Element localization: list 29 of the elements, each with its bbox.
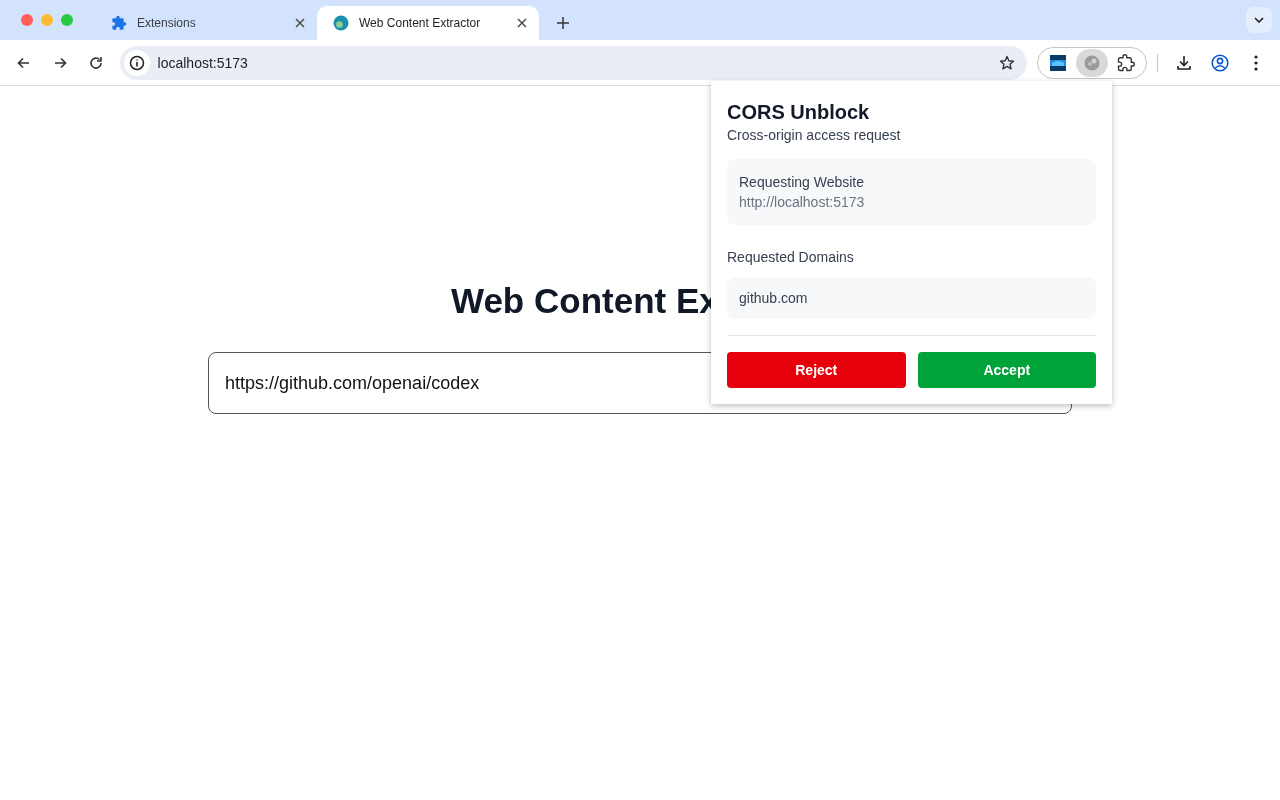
download-icon (1176, 54, 1193, 71)
globe-icon (1084, 54, 1101, 71)
landscape-icon (1050, 54, 1067, 71)
domain-item: github.com (727, 277, 1096, 319)
globe-icon (333, 15, 349, 31)
close-icon[interactable] (295, 18, 305, 28)
tab-search-button[interactable] (1246, 7, 1272, 33)
plus-icon[interactable] (557, 17, 569, 29)
section-label: Requested Domains (727, 249, 855, 265)
browser-tab[interactable]: Extensions (95, 6, 317, 40)
address-text: localhost:5173 (157, 54, 249, 71)
chevron-down-icon (1254, 17, 1264, 23)
reject-button[interactable]: Reject (727, 352, 906, 388)
star-icon[interactable] (999, 54, 1016, 71)
popup-title: CORS Unblock (727, 100, 871, 125)
puzzle-icon (1117, 53, 1136, 72)
tab-title: Extensions (137, 16, 197, 30)
profile-icon (1211, 53, 1230, 72)
close-icon[interactable] (517, 18, 527, 28)
address-bar[interactable]: localhost:5173 (119, 45, 1028, 80)
popup-subtitle: Cross-origin access request (727, 127, 902, 143)
puzzle-icon (111, 15, 127, 31)
more-icon (1254, 54, 1259, 71)
panel-label: Requesting Website (739, 173, 866, 192)
browser-tab[interactable]: Web Content Extractor (317, 6, 539, 40)
tab-title: Web Content Extractor (359, 16, 482, 30)
reload-icon (87, 54, 104, 71)
website-url: http://localhost:5173 (739, 193, 866, 212)
info-icon[interactable] (128, 54, 145, 71)
